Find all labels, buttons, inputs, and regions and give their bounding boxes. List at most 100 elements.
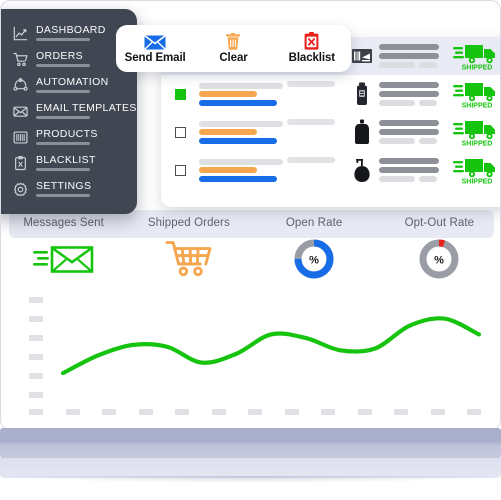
trend-line-chart — [1, 289, 500, 429]
shipped-badge-label: SHIPPED — [462, 65, 493, 72]
sidebar-item-underbar — [36, 64, 90, 67]
table-row[interactable]: SHIPPED — [161, 75, 500, 113]
shipped-badge-label: SHIPPED — [462, 103, 493, 110]
placeholder-bar — [199, 82, 283, 89]
placeholder-bar — [419, 100, 437, 106]
shipped-truck-badge: SHIPPED — [449, 79, 500, 110]
table-row[interactable]: SHIPPED — [161, 151, 500, 189]
barcode-icon — [13, 130, 28, 145]
placeholder-bar — [379, 53, 439, 59]
blacklist-label: Blacklist — [288, 52, 336, 64]
clear-button[interactable]: Clear — [194, 33, 272, 64]
placeholder-bar — [199, 137, 277, 144]
sidebar-item-underbar — [36, 168, 90, 171]
sidebar-item-label: AUTOMATION — [36, 76, 109, 88]
envelope-icon — [13, 104, 28, 119]
opt-out-rate-donut-chart: % — [417, 235, 461, 283]
placeholder-bar — [287, 119, 335, 125]
send-email-button[interactable]: Send Email — [116, 33, 194, 64]
row-secondary-placeholder — [287, 157, 345, 183]
open-rate-value: % — [309, 254, 319, 266]
kpi-card-messages-sent[interactable]: Messages Sent — [1, 210, 126, 290]
placeholder-bar — [379, 82, 439, 88]
sending-envelope-icon — [32, 235, 95, 283]
shipped-truck-badge: SHIPPED — [449, 41, 500, 72]
row-detail-placeholders — [379, 82, 443, 106]
placeholder-bar-row — [379, 62, 443, 68]
send-email-label: Send Email — [124, 52, 186, 64]
kpi-card-opt-out-rate[interactable]: Opt-Out Rate % — [377, 210, 500, 290]
row-primary-placeholders — [199, 82, 287, 106]
sidebar-item-text: SETTINGS — [36, 181, 91, 197]
chart-line-icon — [13, 26, 28, 41]
sidebar-item-label: ORDERS — [36, 50, 84, 62]
clear-label: Clear — [219, 52, 248, 64]
sidebar-item-email-templates[interactable]: EMAIL TEMPLATES — [1, 101, 137, 127]
row-checkbox[interactable] — [175, 126, 186, 138]
kpi-label: Messages Sent — [23, 217, 104, 229]
placeholder-bar — [419, 62, 437, 68]
detergent-bottle-icon — [345, 119, 379, 145]
placeholder-bar — [379, 129, 439, 135]
placeholder-bar — [379, 138, 415, 144]
placeholder-bar — [379, 176, 415, 182]
sidebar-item-underbar — [36, 142, 90, 145]
shopping-cart-icon — [13, 52, 28, 67]
row-detail-placeholders — [379, 120, 443, 144]
row-primary-placeholders — [199, 120, 287, 144]
placeholder-bar — [287, 157, 335, 163]
sidebar-item-label: PRODUCTS — [36, 128, 98, 140]
screen-body: SHIPPED SHIPPED SHIPPED SHIPPED Send Ema… — [0, 0, 501, 430]
sidebar-item-label: DASHBOARD — [36, 24, 106, 36]
placeholder-bar — [419, 138, 437, 144]
laptop-base-lip — [0, 458, 501, 478]
row-secondary-placeholder — [287, 119, 345, 145]
sidebar-item-text: EMAIL TEMPLATES — [36, 103, 137, 119]
placeholder-bar — [379, 167, 439, 173]
kpi-card-open-rate[interactable]: Open Rate % — [252, 210, 377, 290]
sidebar-item-label: EMAIL TEMPLATES — [36, 102, 137, 114]
sidebar-item-settings[interactable]: SETTINGS — [1, 179, 137, 205]
shipped-badge-label: SHIPPED — [462, 141, 493, 148]
clipboard-x-icon — [304, 32, 319, 50]
sidebar-item-automation[interactable]: AUTOMATION — [1, 75, 137, 101]
shipped-badge-label: SHIPPED — [462, 179, 493, 186]
sidebar-item-underbar — [36, 194, 90, 197]
sidebar-item-text: PRODUCTS — [36, 129, 98, 145]
chart-line-path — [60, 316, 482, 376]
sidebar-item-products[interactable]: PRODUCTS — [1, 127, 137, 153]
kpi-card-shipped-orders[interactable]: Shipped Orders — [126, 210, 251, 290]
action-toolbar: Send Email Clear Blacklist — [116, 25, 351, 72]
sidebar-item-text: BLACKLIST — [36, 155, 96, 171]
placeholder-bar-row — [379, 138, 443, 144]
shopping-cart-icon — [165, 235, 213, 283]
envelope-icon — [144, 33, 167, 50]
sidebar-item-label: SETTINGS — [36, 180, 92, 192]
row-primary-placeholders — [199, 158, 287, 182]
placeholder-bar-row — [379, 176, 443, 182]
placeholder-bar — [379, 120, 439, 126]
trash-can-icon — [225, 33, 241, 50]
placeholder-bar — [199, 158, 283, 165]
laptop-shadow — [6, 476, 495, 483]
placeholder-bar — [199, 99, 277, 106]
sidebar-item-text: AUTOMATION — [36, 77, 109, 93]
shipped-truck-badge: SHIPPED — [449, 155, 500, 186]
placeholder-bar — [287, 81, 335, 87]
automation-nodes-icon — [13, 78, 28, 93]
sidebar-item-underbar — [36, 116, 90, 119]
row-detail-placeholders — [379, 44, 443, 68]
sidebar-item-blacklist[interactable]: BLACKLIST — [1, 153, 137, 179]
spray-bottle-icon — [345, 82, 379, 106]
table-row[interactable]: SHIPPED — [161, 113, 500, 151]
row-secondary-placeholder — [287, 81, 345, 107]
laptop-mockup: SHIPPED SHIPPED SHIPPED SHIPPED Send Ema… — [0, 0, 501, 500]
row-checkbox[interactable] — [175, 164, 186, 176]
placeholder-bar-row — [379, 100, 443, 106]
blacklist-button[interactable]: Blacklist — [273, 32, 351, 64]
row-detail-placeholders — [379, 158, 443, 182]
placeholder-bar — [379, 91, 439, 97]
row-checkbox[interactable] — [175, 88, 186, 100]
kpi-label: Open Rate — [285, 217, 343, 229]
sidebar-item-label: BLACKLIST — [36, 154, 96, 166]
